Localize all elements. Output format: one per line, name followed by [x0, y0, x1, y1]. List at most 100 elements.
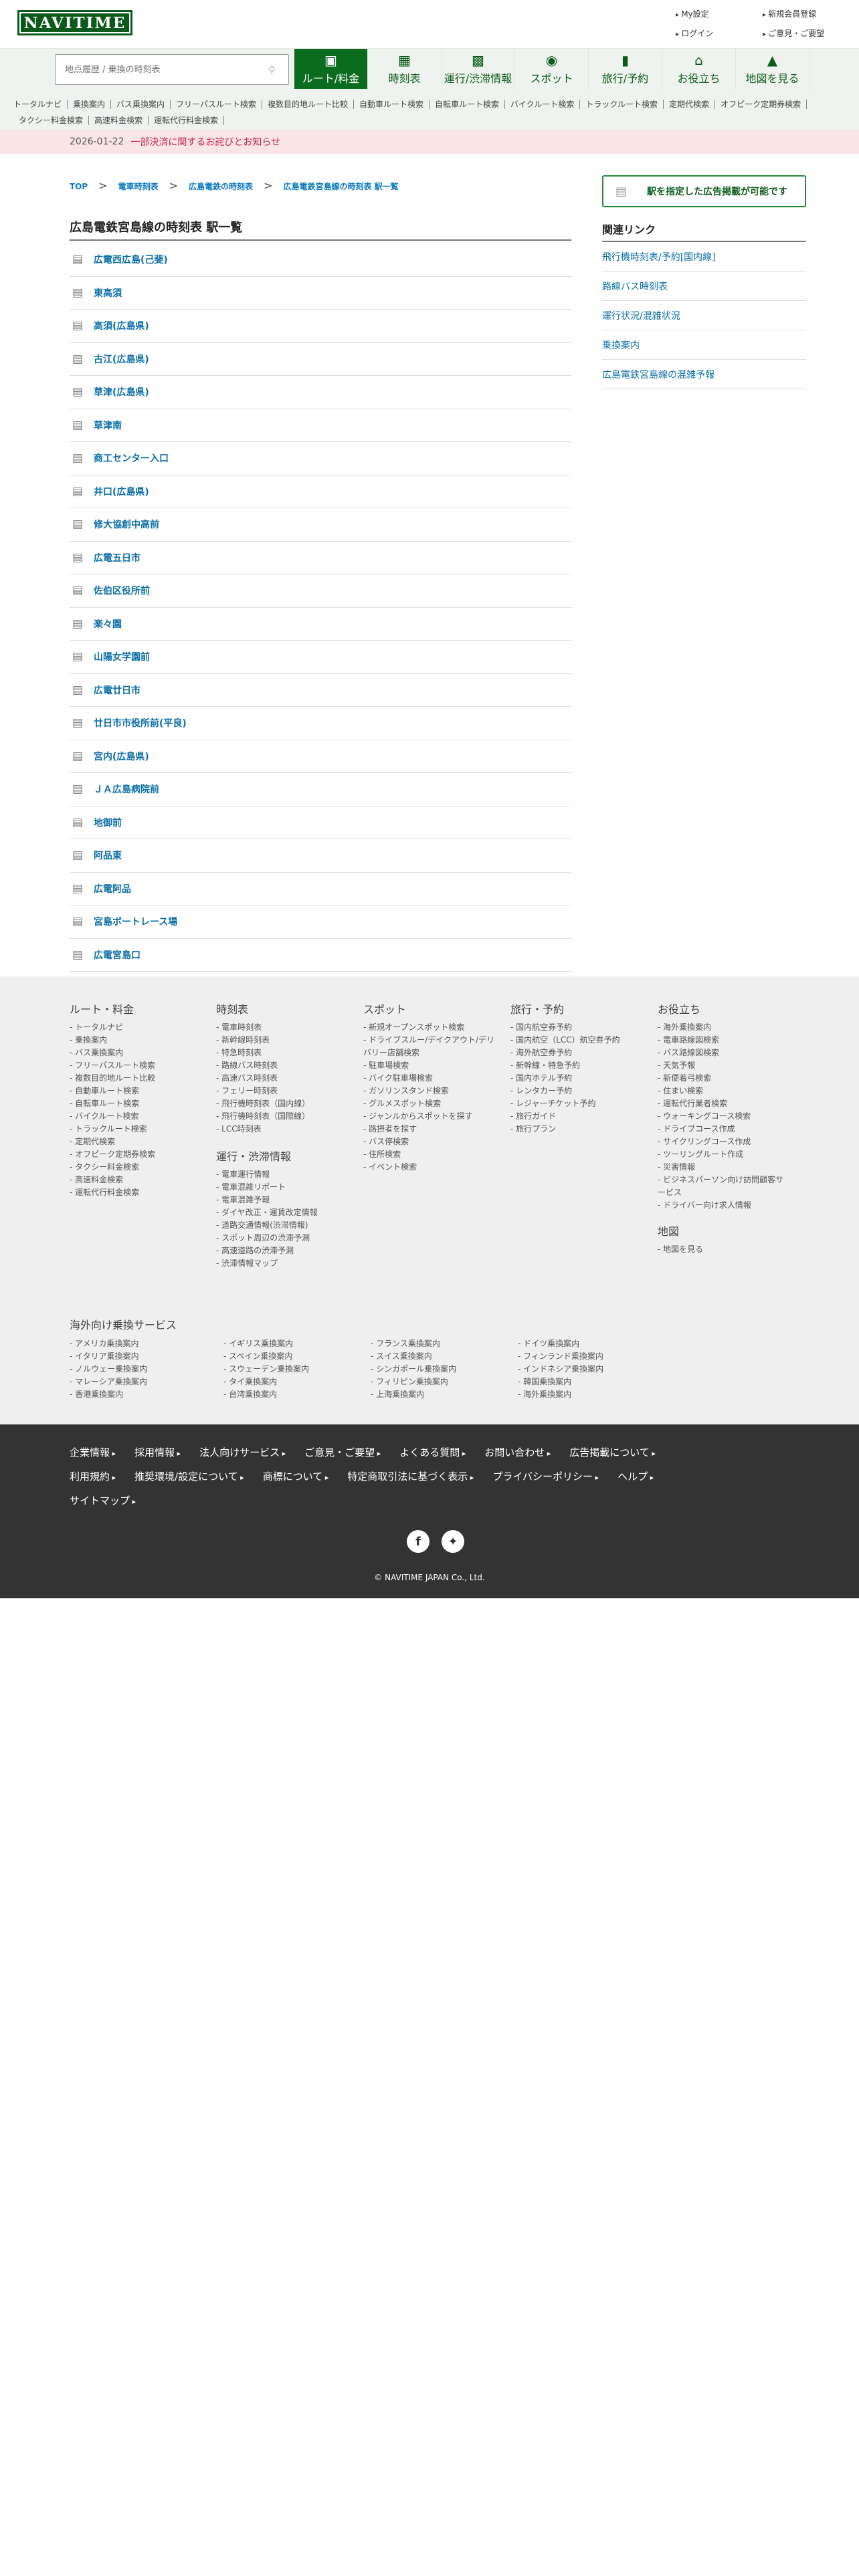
station-row[interactable]: ▤ 宮内(広島県)	[70, 740, 571, 773]
sitemap-link[interactable]: 運転代行業者検索	[658, 1097, 791, 1110]
search-input[interactable]	[65, 64, 268, 75]
overseas-link[interactable]: イタリア乗換案内	[70, 1350, 223, 1363]
overseas-link[interactable]: 韓国乗換案内	[518, 1376, 645, 1388]
footer-link[interactable]: 商標について	[263, 1465, 329, 1489]
subnav-item[interactable]: 自転車ルート検索	[429, 100, 505, 109]
sitemap-link[interactable]: 飛行機時刻表（国際線）	[216, 1110, 350, 1123]
station-row[interactable]: ▤ 井口(広島県)	[70, 475, 571, 508]
sitemap-link[interactable]: LCC時刻表	[216, 1123, 350, 1136]
station-name[interactable]: 楽々園	[94, 617, 122, 631]
sitemap-link[interactable]: 特急時刻表	[216, 1047, 350, 1059]
footer-link[interactable]: ご意見・ご要望	[304, 1441, 381, 1465]
footer-link[interactable]: プライバシーポリシー	[492, 1465, 599, 1489]
station-name[interactable]: 広電五日市	[94, 551, 140, 564]
overseas-link[interactable]: 海外乗換案内	[518, 1388, 645, 1401]
tab-travel[interactable]: ▮ 旅行/予約	[589, 49, 662, 89]
station-name[interactable]: 古江(広島県)	[94, 352, 149, 366]
station-name[interactable]: 廿日市市役所前(平良)	[94, 716, 187, 730]
related-link[interactable]: 飛行機時刻表/予約[国内線]	[602, 242, 806, 272]
sitemap-link[interactable]: ガソリンスタンド検索	[363, 1085, 497, 1097]
station-row[interactable]: ▤ 東高須	[70, 277, 571, 310]
footer-link[interactable]: ヘルプ	[617, 1465, 654, 1489]
sitemap-link[interactable]: フリーパスルート検索	[70, 1059, 203, 1072]
station-row[interactable]: ▤ 宮島ボートレース場	[70, 905, 571, 939]
sitemap-link[interactable]: 住所検索	[363, 1148, 497, 1161]
sitemap-link[interactable]: オフピーク定期券検索	[70, 1148, 203, 1161]
footer-link[interactable]: 特定商取引法に基づく表示	[347, 1465, 474, 1489]
sitemap-link[interactable]: 道路交通情報(渋滞情報)	[216, 1219, 350, 1232]
sitemap-link[interactable]: フェリー時刻表	[216, 1085, 350, 1097]
overseas-link[interactable]: スウェーデン乗換案内	[223, 1363, 371, 1376]
breadcrumb-top[interactable]: TOP	[70, 182, 88, 191]
sitemap-link[interactable]: ツーリングルート作成	[658, 1148, 791, 1161]
subnav-item[interactable]: バス乗換案内	[111, 100, 171, 109]
overseas-link[interactable]: フィリピン乗換案内	[371, 1376, 518, 1388]
station-row[interactable]: ▤ 広電宮島口	[70, 939, 571, 972]
overseas-link[interactable]: インドネシア乗換案内	[518, 1363, 645, 1376]
station-row[interactable]: ▤ 地御前	[70, 807, 571, 839]
sitemap-link[interactable]: 路線バス時刻表	[216, 1059, 350, 1072]
footer-link[interactable]: 利用規約	[70, 1465, 116, 1489]
sitemap-link[interactable]: ジャンルからスポットを探す	[363, 1110, 497, 1123]
station-name[interactable]: 地御前	[94, 816, 122, 829]
ad-button[interactable]: ▤ 駅を指定した広告掲載が可能です	[602, 175, 806, 207]
subnav-item[interactable]: 複数目的地ルート比較	[262, 100, 354, 109]
station-name[interactable]: 井口(広島県)	[94, 485, 149, 498]
tab-map[interactable]: ▲ 地図を見る	[736, 49, 809, 89]
tab-traffic[interactable]: ▩ 運行/渋滞情報	[442, 49, 515, 89]
sitemap-link[interactable]: ウォーキングコース検索	[658, 1110, 791, 1123]
station-row[interactable]: ▤ 高須(広島県)	[70, 310, 571, 343]
related-link[interactable]: 広島電鉄宮島線の混雑予報	[602, 360, 806, 389]
overseas-link[interactable]: 台湾乗換案内	[223, 1388, 371, 1401]
sitemap-link[interactable]: ビジネスパーソン向け訪問顧客サービス	[658, 1174, 791, 1199]
sitemap-link[interactable]: バス路線図検索	[658, 1047, 791, 1059]
station-row[interactable]: ▤ 草津南	[70, 409, 571, 442]
sitemap-link[interactable]: 国内航空券予約	[510, 1021, 644, 1034]
sitemap-link[interactable]: 国内航空（LCC）航空券予約	[510, 1034, 644, 1047]
station-name[interactable]: 東高須	[94, 286, 122, 300]
twitter-icon[interactable]: ✦	[442, 1530, 464, 1553]
footer-link[interactable]: よくある質問	[399, 1441, 466, 1465]
station-row[interactable]: ▤ 古江(広島県)	[70, 343, 571, 376]
sitemap-link[interactable]: 複数目的地ルート比較	[70, 1072, 203, 1085]
related-link[interactable]: 路線バス時刻表	[602, 272, 806, 301]
sitemap-link[interactable]: 自転車ルート検索	[70, 1097, 203, 1110]
overseas-link[interactable]: スイス乗換案内	[371, 1350, 518, 1363]
footer-link[interactable]: 推奨環境/設定について	[134, 1465, 244, 1489]
subnav-item[interactable]: 定期代検索	[664, 100, 716, 109]
sitemap-link[interactable]: 運転代行料金検索	[70, 1186, 203, 1199]
station-name[interactable]: 佐伯区役所前	[94, 584, 150, 597]
station-row[interactable]: ▤ 佐伯区役所前	[70, 574, 571, 608]
station-row[interactable]: ▤ 広電五日市	[70, 542, 571, 574]
sitemap-link[interactable]: 高速バス時刻表	[216, 1072, 350, 1085]
station-name[interactable]: 修大協創中高前	[94, 518, 159, 531]
search-box[interactable]: ⚲	[55, 54, 289, 85]
subnav-item[interactable]: タクシー料金検索	[13, 116, 90, 125]
sitemap-link[interactable]: グルメスポット検索	[363, 1097, 497, 1110]
my-settings-link[interactable]: My設定	[676, 8, 763, 19]
sitemap-link[interactable]: 電車路線図検索	[658, 1034, 791, 1047]
sitemap-link[interactable]: 定期代検索	[70, 1136, 203, 1148]
sitemap-link[interactable]: スポット周辺の渋滞予測	[216, 1232, 350, 1245]
sitemap-link[interactable]: タクシー料金検索	[70, 1161, 203, 1174]
station-row[interactable]: ▤ 商工センター入口	[70, 442, 571, 475]
overseas-link[interactable]: スペイン乗換案内	[223, 1350, 371, 1363]
sitemap-link[interactable]: 災害情報	[658, 1161, 791, 1174]
search-icon[interactable]: ⚲	[268, 64, 279, 76]
sitemap-link[interactable]: トータルナビ	[70, 1021, 203, 1034]
subnav-item[interactable]: バイクルート検索	[504, 100, 581, 109]
station-name[interactable]: 宮島ボートレース場	[94, 915, 177, 928]
subnav-item[interactable]: 高速料金検索	[89, 116, 149, 125]
footer-link[interactable]: 広告掲載について	[569, 1441, 656, 1465]
related-link[interactable]: 乗換案内	[602, 330, 806, 360]
sitemap-link[interactable]: 電車運行情報	[216, 1168, 350, 1181]
sitemap-link[interactable]: 駐車場検索	[363, 1059, 497, 1072]
overseas-link[interactable]: ノルウェー乗換案内	[70, 1363, 223, 1376]
footer-link[interactable]: サイトマップ	[70, 1489, 136, 1513]
sitemap-link[interactable]: サイクリングコース作成	[658, 1136, 791, 1148]
station-row[interactable]: ▤ 広電西広島(己斐)	[70, 243, 571, 277]
station-name[interactable]: 草津南	[94, 419, 122, 432]
overseas-link[interactable]: ドイツ乗換案内	[518, 1337, 645, 1350]
station-name[interactable]: 高須(広島県)	[94, 319, 149, 332]
sitemap-link[interactable]: 旅行ガイド	[510, 1110, 644, 1123]
